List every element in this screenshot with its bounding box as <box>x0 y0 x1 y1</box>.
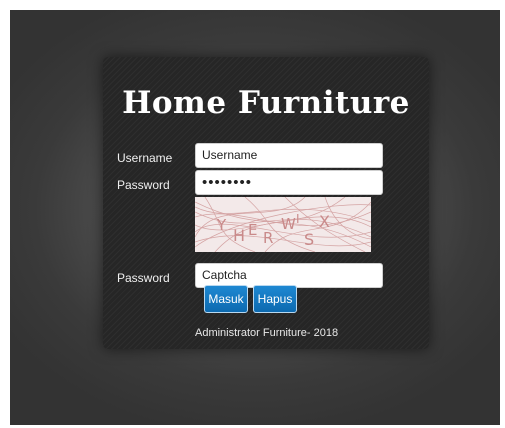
captcha-char: S <box>304 230 314 249</box>
masuk-button[interactable]: Masuk <box>204 285 248 313</box>
captcha-label: Password <box>117 271 170 285</box>
username-label: Username <box>117 151 173 165</box>
footer-text: Administrator Furniture- 2018 <box>195 327 339 339</box>
captcha-char: X <box>319 212 330 231</box>
captcha-char: I <box>296 212 300 226</box>
captcha-char: W <box>281 215 296 233</box>
captcha-char: Y <box>216 216 227 234</box>
captcha-noise: Y H E R W I S X <box>195 197 371 252</box>
captcha-char: R <box>263 229 273 247</box>
password-input[interactable]: •••••••• <box>195 170 383 195</box>
page-background: Home Furniture Username Username Passwor… <box>10 10 500 425</box>
password-label: Password <box>117 178 170 192</box>
hapus-button[interactable]: Hapus <box>253 285 297 313</box>
page-title: Home Furniture <box>122 85 410 121</box>
captcha-image: Y H E R W I S X <box>195 197 371 252</box>
captcha-char: E <box>248 221 257 239</box>
captcha-char: H <box>233 226 245 245</box>
login-panel: Home Furniture Username Username Passwor… <box>103 57 429 349</box>
username-input[interactable]: Username <box>195 143 383 168</box>
